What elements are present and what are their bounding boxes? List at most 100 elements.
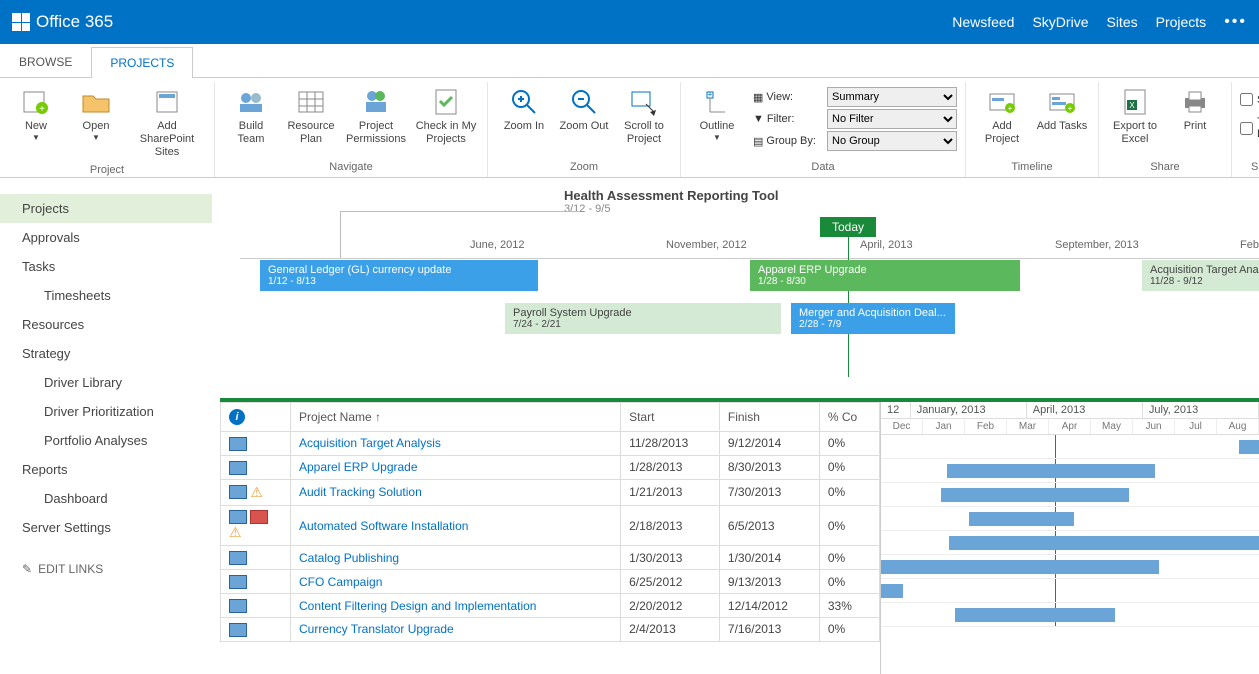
- svg-text:+: +: [39, 104, 45, 115]
- sidebar-item-timesheets[interactable]: Timesheets: [0, 281, 212, 310]
- build-team-button[interactable]: Build Team: [223, 84, 279, 148]
- gantt-bar[interactable]: [947, 464, 1155, 478]
- gantt-bar[interactable]: [881, 584, 903, 598]
- timeline-bar[interactable]: Payroll System Upgrade7/24 - 2/21: [505, 303, 781, 334]
- tab-browse[interactable]: BROWSE: [0, 46, 91, 77]
- sidebar-item-dashboard[interactable]: Dashboard: [0, 484, 212, 513]
- gantt-chart[interactable]: 12January, 2013April, 2013July, 2013 Dec…: [880, 402, 1259, 674]
- project-link[interactable]: Audit Tracking Solution: [291, 479, 621, 505]
- column-header[interactable]: Project Name ↑: [291, 403, 621, 432]
- nav-newsfeed[interactable]: Newsfeed: [952, 14, 1014, 30]
- sidebar: ProjectsApprovalsTasksTimesheetsResource…: [0, 178, 220, 674]
- export-excel-button[interactable]: XExport to Excel: [1107, 84, 1163, 148]
- gantt-bar[interactable]: [969, 512, 1074, 526]
- ribbon-group-project: +New▼ Open▼ Add SharePoint Sites Project: [0, 82, 215, 177]
- project-icon: [229, 437, 247, 451]
- timeline-tick: April, 2013: [860, 239, 913, 251]
- zoom-out-button[interactable]: Zoom Out: [556, 84, 612, 135]
- ribbon-group-timeline: +Add Project +Add Tasks Timeline: [966, 82, 1099, 177]
- timewithdate-checkbox[interactable]: Time with Date: [1240, 116, 1259, 140]
- project-link[interactable]: Catalog Publishing: [291, 546, 621, 570]
- project-link[interactable]: Apparel ERP Upgrade: [291, 455, 621, 479]
- groupby-dropdown-row: ▤Group By: No Group: [753, 131, 957, 151]
- timeline-bar[interactable]: Merger and Acquisition Deal...2/28 - 7/9: [791, 303, 955, 334]
- sidebar-item-reports[interactable]: Reports: [0, 455, 212, 484]
- svg-text:+: +: [1068, 104, 1073, 113]
- table-row[interactable]: Catalog Publishing1/30/20131/30/20140%: [221, 546, 880, 570]
- nav-projects[interactable]: Projects: [1156, 14, 1207, 30]
- project-icon: [229, 510, 247, 524]
- print-button[interactable]: Print: [1167, 84, 1223, 135]
- today-badge: Today: [820, 217, 876, 237]
- project-icon: [229, 551, 247, 565]
- sharepoint-icon: [151, 86, 183, 118]
- nav-sites[interactable]: Sites: [1106, 14, 1137, 30]
- table-row[interactable]: Acquisition Target Analysis11/28/20139/1…: [221, 432, 880, 456]
- gantt-bar[interactable]: [941, 488, 1129, 502]
- more-icon[interactable]: •••: [1224, 13, 1247, 31]
- scroll-icon: [628, 86, 660, 118]
- info-icon: i: [229, 409, 245, 425]
- warning-icon: ⚠: [229, 524, 242, 541]
- group-label-zoom: Zoom: [496, 159, 672, 175]
- gantt-month: January, 2013: [911, 402, 1027, 418]
- sidebar-item-projects[interactable]: Projects: [0, 194, 212, 223]
- timeline[interactable]: Health Assessment Reporting Tool 3/12 - …: [220, 178, 1259, 398]
- column-header[interactable]: i: [221, 403, 291, 432]
- table-row[interactable]: ⚠Audit Tracking Solution1/21/20137/30/20…: [221, 479, 880, 505]
- add-tasks-button[interactable]: +Add Tasks: [1034, 84, 1090, 135]
- warning-icon: ⚠: [250, 484, 263, 501]
- sidebar-item-tasks[interactable]: Tasks: [0, 252, 212, 281]
- ribbon-group-navigate: Build Team Resource Plan Project Permiss…: [215, 82, 488, 177]
- sidebar-item-driver-library[interactable]: Driver Library: [0, 368, 212, 397]
- gantt-bar[interactable]: [949, 536, 1259, 550]
- project-permissions-button[interactable]: Project Permissions: [343, 84, 409, 148]
- view-icon: ▦: [753, 91, 763, 104]
- ribbon-group-share: XExport to Excel Print Share: [1099, 82, 1232, 177]
- group-label-showhide: Show/Hide: [1240, 159, 1259, 175]
- table-row[interactable]: Content Filtering Design and Implementat…: [221, 594, 880, 618]
- grid-icon: [295, 86, 327, 118]
- sidebar-item-strategy[interactable]: Strategy: [0, 339, 212, 368]
- gantt-bar[interactable]: [881, 560, 1159, 574]
- column-header[interactable]: Start: [621, 403, 720, 432]
- outline-button[interactable]: +Outline▼: [689, 84, 745, 145]
- tab-projects[interactable]: PROJECTS: [91, 47, 193, 78]
- project-link[interactable]: Acquisition Target Analysis: [291, 432, 621, 456]
- column-header[interactable]: % Co: [819, 403, 879, 432]
- new-button[interactable]: +New▼: [8, 84, 64, 145]
- sidebar-item-approvals[interactable]: Approvals: [0, 223, 212, 252]
- gantt-bar[interactable]: [955, 608, 1115, 622]
- sidebar-item-driver-prioritization[interactable]: Driver Prioritization: [0, 397, 212, 426]
- project-link[interactable]: CFO Campaign: [291, 570, 621, 594]
- sidebar-item-resources[interactable]: Resources: [0, 310, 212, 339]
- view-select[interactable]: Summary: [827, 87, 957, 107]
- column-header[interactable]: Finish: [719, 403, 819, 432]
- table-row[interactable]: CFO Campaign6/25/20129/13/20130%: [221, 570, 880, 594]
- sidebar-item-server-settings[interactable]: Server Settings: [0, 513, 212, 542]
- timeline-bar[interactable]: Apparel ERP Upgrade1/28 - 8/30: [750, 260, 1020, 291]
- zoom-in-icon: [508, 86, 540, 118]
- subprojects-checkbox[interactable]: Subprojects: [1240, 93, 1259, 106]
- sidebar-item-portfolio-analyses[interactable]: Portfolio Analyses: [0, 426, 212, 455]
- nav-skydrive[interactable]: SkyDrive: [1032, 14, 1088, 30]
- project-link[interactable]: Automated Software Installation: [291, 505, 621, 546]
- table-row[interactable]: Currency Translator Upgrade2/4/20137/16/…: [221, 617, 880, 641]
- scroll-to-project-button[interactable]: Scroll to Project: [616, 84, 672, 148]
- open-button[interactable]: Open▼: [68, 84, 124, 145]
- resource-plan-button[interactable]: Resource Plan: [283, 84, 339, 148]
- checkin-button[interactable]: Check in My Projects: [413, 84, 479, 148]
- gantt-bar[interactable]: [1239, 440, 1259, 454]
- edit-links-button[interactable]: ✎ EDIT LINKS: [0, 562, 212, 576]
- project-link[interactable]: Content Filtering Design and Implementat…: [291, 594, 621, 618]
- timeline-bar[interactable]: Acquisition Target Analysis11/28 - 9/12: [1142, 260, 1259, 291]
- groupby-select[interactable]: No Group: [827, 131, 957, 151]
- filter-select[interactable]: No Filter: [827, 109, 957, 129]
- table-row[interactable]: Apparel ERP Upgrade1/28/20138/30/20130%: [221, 455, 880, 479]
- timeline-bar[interactable]: General Ledger (GL) currency update1/12 …: [260, 260, 538, 291]
- table-row[interactable]: ⚠Automated Software Installation2/18/201…: [221, 505, 880, 546]
- add-project-button[interactable]: +Add Project: [974, 84, 1030, 148]
- add-sharepoint-button[interactable]: Add SharePoint Sites: [128, 84, 206, 162]
- project-link[interactable]: Currency Translator Upgrade: [291, 617, 621, 641]
- zoom-in-button[interactable]: Zoom In: [496, 84, 552, 135]
